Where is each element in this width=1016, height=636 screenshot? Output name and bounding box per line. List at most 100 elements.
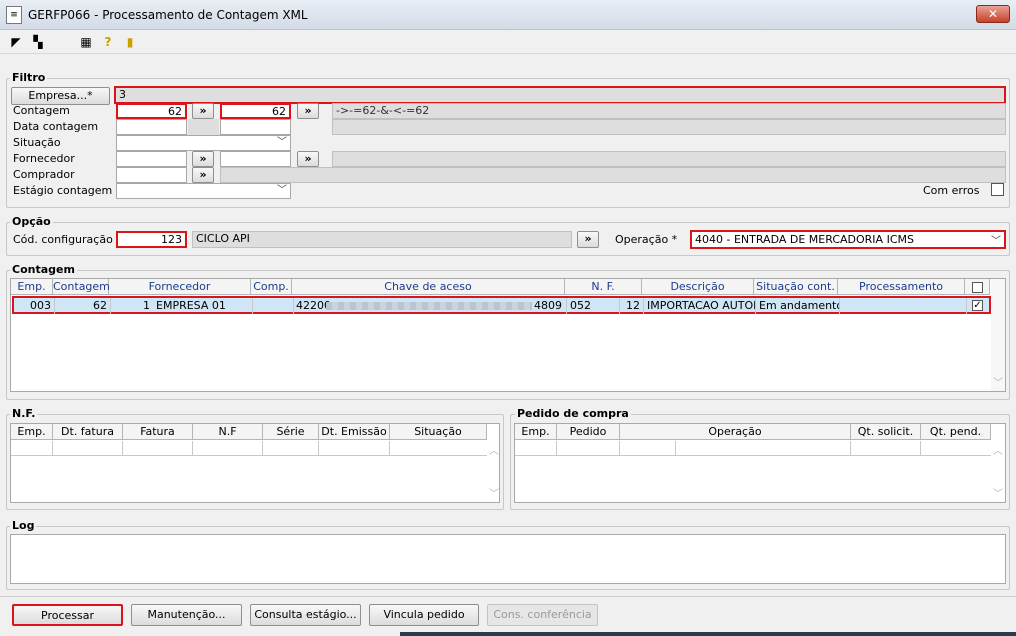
divider — [0, 596, 1016, 597]
row-emp: 003 — [14, 298, 55, 314]
row-situacao: Em andamento — [756, 298, 840, 314]
chevron-down-icon[interactable]: ﹀ — [991, 485, 1005, 500]
opcao-legend: Opção — [10, 215, 53, 228]
fornecedor-to-lookup-button[interactable]: » — [297, 151, 319, 167]
table-row[interactable]: 003 62 1 EMPRESA 01 42200 4809 052 12 IM… — [12, 296, 991, 314]
estagio-label: Estágio contagem — [13, 184, 113, 197]
row-chave: 42200 4809 — [294, 298, 567, 314]
chevron-up-icon[interactable]: ︿ — [487, 442, 499, 457]
data-contagem-separator — [188, 119, 219, 135]
close-icon: ✕ — [987, 7, 999, 21]
contagem-to-input[interactable]: 62 — [220, 103, 291, 119]
fornecedor-to-input[interactable] — [220, 151, 291, 167]
fornecedor-from-input[interactable] — [116, 151, 187, 167]
vincula-pedido-button[interactable]: Vincula pedido — [369, 604, 479, 626]
fornecedor-from-lookup-button[interactable]: » — [192, 151, 214, 167]
pedido-col-qt-solicit[interactable]: Qt. solicit. — [851, 424, 921, 440]
nf-col-emp[interactable]: Emp. — [11, 424, 53, 440]
data-contagem-expression — [332, 119, 1006, 135]
row-nf: 052 — [567, 298, 620, 314]
contagem-to-lookup-button[interactable]: » — [297, 103, 319, 119]
pedido-col-emp[interactable]: Emp. — [515, 424, 557, 440]
situacao-select[interactable]: ﹀ — [116, 135, 291, 151]
log-textarea[interactable] — [10, 534, 1006, 584]
row-comp — [253, 298, 294, 314]
contagem-expression: ->-=62-&-<-=62 — [332, 103, 1006, 119]
col-comp[interactable]: Comp. — [251, 279, 292, 295]
estagio-select[interactable]: ﹀ — [116, 183, 291, 199]
close-button[interactable]: ✕ — [976, 5, 1010, 23]
log-legend: Log — [10, 519, 37, 532]
comprador-input[interactable] — [116, 167, 187, 183]
pedido-scrollbar[interactable]: ︿ ﹀ — [991, 440, 1005, 502]
select-all-checkbox[interactable] — [971, 281, 983, 293]
pedido-legend: Pedido de compra — [515, 407, 631, 420]
row-contagem: 62 — [55, 298, 111, 314]
calendar-grid-icon[interactable]: ▦ — [78, 34, 94, 50]
chevron-up-icon[interactable]: ︿ — [991, 442, 1005, 457]
pedido-col-qt-pend[interactable]: Qt. pend. — [921, 424, 991, 440]
nf-col-nf[interactable]: N.F — [193, 424, 263, 440]
data-contagem-from-input[interactable] — [116, 119, 187, 135]
comprador-label: Comprador — [13, 168, 75, 181]
taskbar-edge — [400, 632, 1016, 636]
col-chave[interactable]: Chave de aceso — [292, 279, 565, 295]
consulta-estagio-button[interactable]: Consulta estágio... — [250, 604, 361, 626]
operacao-value: 4040 - ENTRADA DE MERCADORIA ICMS — [695, 233, 914, 246]
nf-col-dt-emissao[interactable]: Dt. Emissão — [319, 424, 390, 440]
comprador-name — [220, 167, 1006, 183]
col-situacao[interactable]: Situação cont. — [754, 279, 838, 295]
col-descricao[interactable]: Descrição — [642, 279, 754, 295]
row-forn-name: EMPRESA 01 — [153, 298, 253, 314]
nf-empty-row — [11, 441, 487, 456]
config-lookup-button[interactable]: » — [577, 231, 599, 248]
nf-col-situacao[interactable]: Situação — [390, 424, 487, 440]
contagem-from-input[interactable]: 62 — [116, 103, 187, 119]
data-contagem-to-input[interactable] — [220, 119, 291, 135]
contagem-scrollbar[interactable]: ﹀ — [991, 279, 1005, 391]
contagem-legend: Contagem — [10, 263, 77, 276]
row-nf-serie: 12 — [620, 298, 644, 314]
col-fornecedor[interactable]: Fornecedor — [109, 279, 251, 295]
pedido-col-operacao[interactable]: Operação — [620, 424, 851, 440]
nf-col-dt-fatura[interactable]: Dt. fatura — [53, 424, 123, 440]
contagem-grid[interactable]: Emp. Contagem Fornecedor Comp. Chave de … — [10, 278, 1006, 392]
data-contagem-label: Data contagem — [13, 120, 99, 133]
toolbar — [0, 30, 1016, 54]
app-document-icon: ≡ — [6, 6, 22, 24]
nf-grid[interactable]: Emp. Dt. fatura Fatura N.F Série Dt. Emi… — [10, 423, 500, 503]
col-contagem[interactable]: Contagem — [53, 279, 110, 295]
nf-scrollbar[interactable]: ︿ ﹀ — [487, 440, 499, 502]
pedido-grid[interactable]: Emp. Pedido Operação Qt. solicit. Qt. pe… — [514, 423, 1006, 503]
back-icon[interactable]: ◤ — [8, 34, 24, 50]
nf-col-fatura[interactable]: Fatura — [123, 424, 193, 440]
comprador-lookup-button[interactable]: » — [192, 167, 214, 183]
com-erros-checkbox[interactable] — [991, 183, 1004, 196]
pedido-empty-row — [515, 441, 991, 456]
pedido-col-pedido[interactable]: Pedido — [557, 424, 620, 440]
row-checkbox[interactable]: ✓ — [972, 300, 983, 311]
nf-legend: N.F. — [10, 407, 38, 420]
nf-col-serie[interactable]: Série — [263, 424, 319, 440]
col-emp[interactable]: Emp. — [11, 279, 53, 295]
row-chave-end: 4809 — [534, 299, 562, 312]
operacao-select[interactable]: 4040 - ENTRADA DE MERCADORIA ICMS ﹀ — [690, 230, 1006, 249]
manutencao-button[interactable]: Manutenção... — [131, 604, 242, 626]
col-processamento[interactable]: Processamento — [838, 279, 965, 295]
empresa-field[interactable]: 3 — [114, 86, 1006, 104]
contagem-from-lookup-button[interactable]: » — [192, 103, 214, 119]
col-nf[interactable]: N. F. — [565, 279, 642, 295]
row-processamento — [840, 298, 967, 314]
row-descricao: IMPORTACAO AUTOM. — [644, 298, 756, 314]
chevron-down-icon[interactable]: ﹀ — [991, 374, 1005, 389]
exit-door-icon[interactable]: ▮ — [122, 34, 138, 50]
help-icon[interactable]: ? — [100, 34, 116, 50]
chevron-down-icon[interactable]: ﹀ — [487, 485, 499, 500]
processar-button[interactable]: Processar — [12, 604, 123, 626]
empresa-button[interactable]: Empresa...* — [11, 87, 110, 105]
copy-icon[interactable]: ▚ — [30, 34, 46, 50]
col-select-all[interactable] — [965, 279, 990, 295]
cod-config-input[interactable]: 123 — [116, 231, 187, 248]
window-title: GERFP066 - Processamento de Contagem XML — [28, 8, 308, 22]
config-name: CICLO API — [192, 231, 572, 248]
